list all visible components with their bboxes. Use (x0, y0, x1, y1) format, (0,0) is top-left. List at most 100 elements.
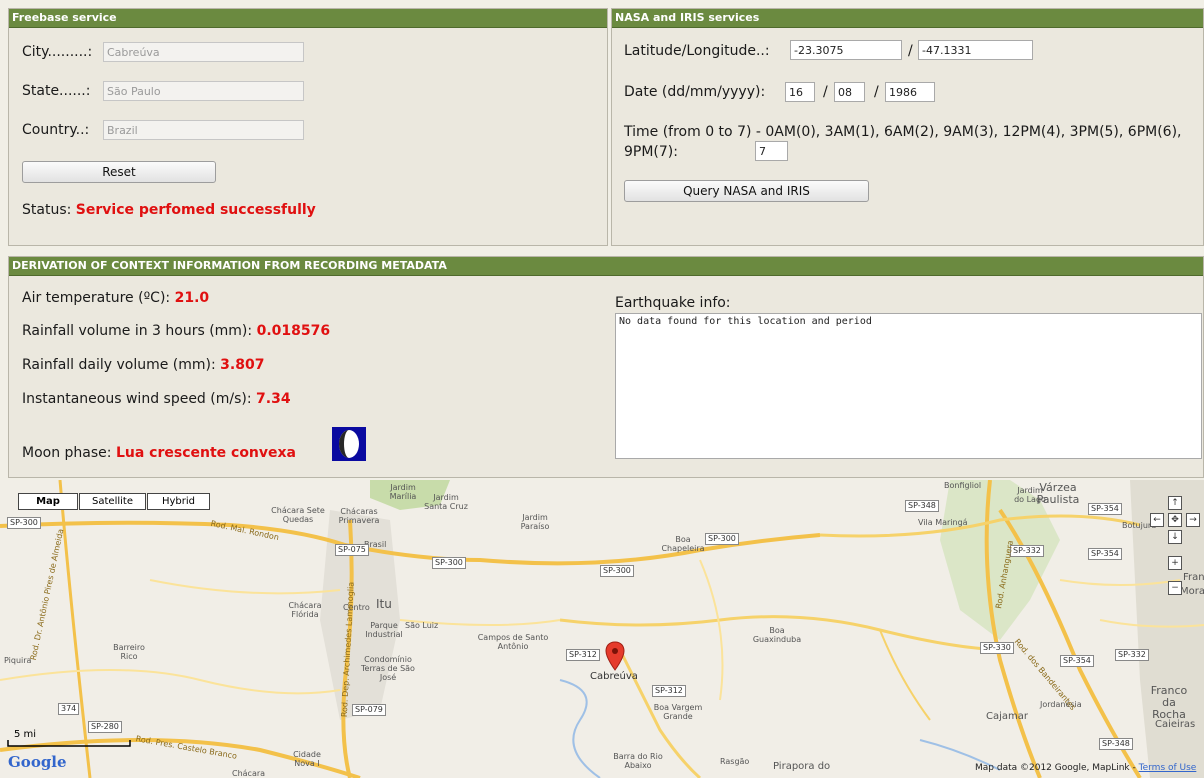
road-shield: SP-348 (905, 500, 939, 512)
map-place-label: Vila Maringá (918, 518, 968, 527)
map-attribution-text: Map data ©2012 Google, MapLink - (975, 763, 1136, 773)
status-line: Status: Service perfomed successfully (22, 202, 316, 218)
map-place-label: Mora (1180, 586, 1204, 597)
wind-label: Instantaneous wind speed (m/s): (22, 391, 252, 407)
date-separator-2: / (874, 84, 879, 100)
road-shield: SP-312 (652, 685, 686, 697)
map-place-label: Boa Vargem Grande (653, 703, 703, 721)
road-shield: SP-354 (1088, 503, 1122, 515)
time-label: Time (from 0 to 7) - 0AM(0), 3AM(1), 6AM… (624, 124, 1182, 160)
zoom-out-icon[interactable]: − (1168, 581, 1182, 595)
reset-button[interactable]: Reset (22, 161, 216, 183)
query-nasa-iris-button[interactable]: Query NASA and IRIS (624, 180, 869, 202)
road-shield: SP-300 (7, 517, 41, 529)
rain-daily-line: Rainfall daily volume (mm): 3.807 (22, 357, 264, 373)
road-shield: SP-330 (980, 642, 1014, 654)
freebase-panel: Freebase service City.........: State...… (8, 8, 608, 246)
time-field[interactable] (755, 141, 788, 161)
map-place-label: Barra do Rio Abaixo (613, 752, 663, 770)
map-type-map-button[interactable]: Map (18, 493, 78, 510)
road-shield: 374 (58, 703, 80, 715)
road-shield: SP-300 (600, 565, 634, 577)
wind-line: Instantaneous wind speed (m/s): 7.34 (22, 391, 291, 407)
state-label: State......: (22, 83, 91, 99)
air-temp-label: Air temperature (ºC): (22, 290, 171, 306)
city-field[interactable] (103, 42, 304, 62)
map-place-label: Cajamar (986, 711, 1028, 722)
status-value: Service perfomed successfully (75, 202, 316, 218)
rain3h-label: Rainfall volume in 3 hours (mm): (22, 323, 253, 339)
map-base (0, 480, 1204, 778)
moon-value: Lua crescente convexa (115, 445, 296, 461)
year-field[interactable] (885, 82, 935, 102)
zoom-in-icon[interactable]: + (1168, 556, 1182, 570)
date-separator-1: / (823, 84, 828, 100)
map-attribution: Map data ©2012 Google, MapLink - Terms o… (975, 764, 1196, 773)
pan-down-icon[interactable]: ↓ (1168, 530, 1182, 544)
road-shield: SP-354 (1060, 655, 1094, 667)
map-place-label: Itu (376, 597, 392, 611)
latitude-field[interactable] (790, 40, 902, 60)
earthquake-info-textarea[interactable]: No data found for this location and peri… (615, 313, 1202, 459)
rain3h-line: Rainfall volume in 3 hours (mm): 0.01857… (22, 323, 330, 339)
map-place-label: Caieiras (1155, 719, 1196, 730)
map-place-label: Jardim Santa Cruz (424, 493, 468, 511)
moon-phase-icon (332, 427, 366, 461)
road-shield: SP-280 (88, 721, 122, 733)
map-place-label: Barreiro Rico (113, 643, 145, 661)
map-place-label: Bonfigliol (944, 481, 982, 490)
state-field[interactable] (103, 81, 304, 101)
pan-right-icon[interactable]: → (1186, 513, 1200, 527)
road-shield: SP-332 (1115, 649, 1149, 661)
google-map[interactable]: Map Satellite Hybrid Chácara Sete Quedas… (0, 480, 1204, 778)
earthquake-label: Earthquake info: (615, 295, 731, 311)
location-marker-icon[interactable] (605, 641, 625, 671)
road-shield: SP-079 (352, 704, 386, 716)
latlon-separator: / (908, 43, 913, 59)
pan-left-icon[interactable]: ← (1150, 513, 1164, 527)
pan-up-icon[interactable]: ↑ (1168, 496, 1182, 510)
marker-place-label: Cabreúva (590, 671, 638, 682)
map-type-satellite-button[interactable]: Satellite (79, 493, 146, 510)
map-place-label: São Luiz (405, 621, 439, 630)
map-place-label: Chácaras Primavera (338, 507, 380, 525)
rain-daily-value: 3.807 (220, 357, 265, 373)
city-label: City.........: (22, 44, 93, 60)
map-place-label: Chácara (232, 769, 266, 778)
derivation-panel-title: DERIVATION OF CONTEXT INFORMATION FROM R… (9, 257, 1203, 276)
road-shield: SP-300 (705, 533, 739, 545)
map-place-label: Boa Guaxinduba (752, 626, 802, 644)
nasa-panel: NASA and IRIS services Latitude/Longitud… (611, 8, 1204, 246)
map-place-label: Chácara Flórida (288, 601, 322, 619)
moon-line: Moon phase: Lua crescente convexa (22, 445, 296, 461)
map-place-label: Franco (1183, 572, 1204, 583)
road-shield: SP-312 (566, 649, 600, 661)
air-temp-line: Air temperature (ºC): 21.0 (22, 290, 209, 306)
map-place-label: Chácara Sete Quedas (271, 506, 325, 524)
road-shield: SP-300 (432, 557, 466, 569)
map-place-label: Boa Chapeleira (661, 535, 705, 553)
terms-of-use-link[interactable]: Terms of Use (1139, 763, 1197, 773)
country-field[interactable] (103, 120, 304, 140)
map-place-label: Jardim Paraíso (520, 513, 550, 531)
map-place-label: Jardim Marília (389, 483, 417, 501)
google-logo: Google (8, 753, 67, 771)
rain3h-value: 0.018576 (256, 323, 331, 339)
map-place-label: Várzea Paulista (1036, 481, 1080, 506)
moon-label: Moon phase: (22, 445, 112, 461)
road-shield: SP-348 (1099, 738, 1133, 750)
map-place-label: Piquira (4, 656, 32, 665)
month-field[interactable] (834, 82, 865, 102)
pan-center-icon[interactable]: ✥ (1168, 513, 1182, 527)
road-shield: SP-354 (1088, 548, 1122, 560)
date-label: Date (dd/mm/yyyy): (624, 84, 766, 100)
status-label: Status: (22, 202, 72, 218)
longitude-field[interactable] (918, 40, 1033, 60)
map-type-hybrid-button[interactable]: Hybrid (147, 493, 210, 510)
rain-daily-label: Rainfall daily volume (mm): (22, 357, 216, 373)
road-shield: SP-075 (335, 544, 369, 556)
wind-value: 7.34 (256, 391, 291, 407)
air-temp-value: 21.0 (174, 290, 210, 306)
day-field[interactable] (785, 82, 815, 102)
derivation-panel: DERIVATION OF CONTEXT INFORMATION FROM R… (8, 256, 1204, 478)
